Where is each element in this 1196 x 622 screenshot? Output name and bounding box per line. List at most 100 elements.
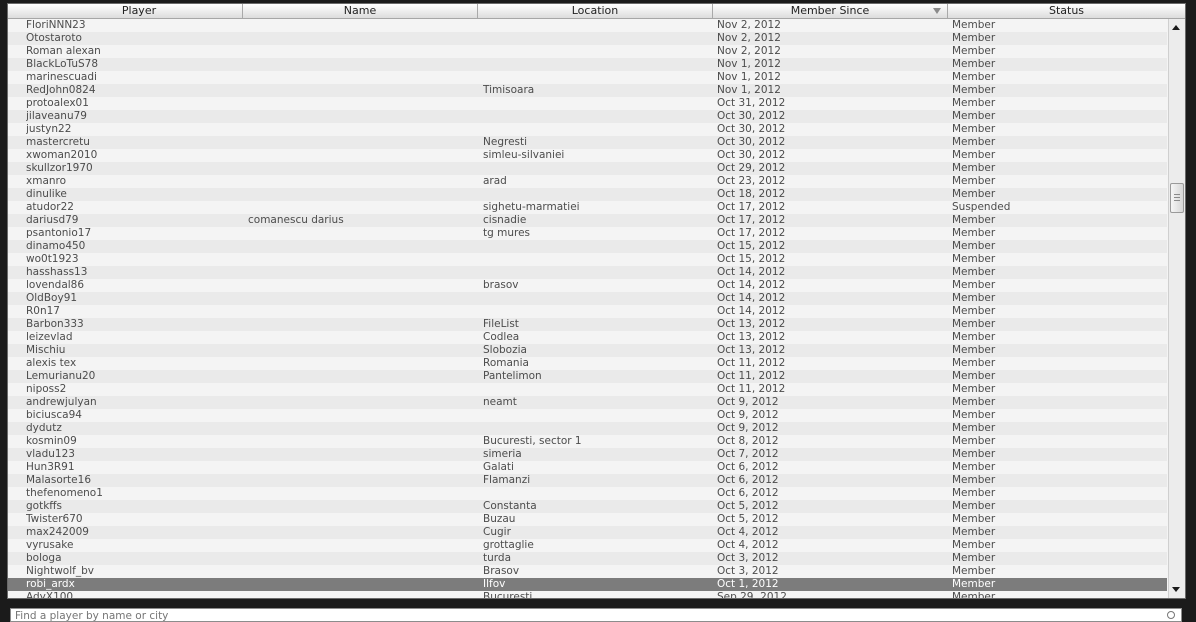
- column-header-member-since[interactable]: Member Since: [713, 4, 948, 18]
- table-row[interactable]: justyn22 Oct 30, 2012 Member: [8, 123, 1167, 136]
- cell-name: [248, 565, 476, 578]
- cell-name: [248, 19, 476, 32]
- table-row[interactable]: RedJohn0824 Timisoara Nov 1, 2012 Member: [8, 84, 1167, 97]
- table-row[interactable]: Hun3R91 Galati Oct 6, 2012 Member: [8, 461, 1167, 474]
- cell-player: gotkffs: [26, 500, 62, 512]
- cell-player: wo0t1923: [26, 253, 79, 265]
- column-header-name[interactable]: Name: [243, 4, 478, 18]
- cell-member-since: Oct 14, 2012: [717, 292, 786, 304]
- table-row[interactable]: kosmin09 Bucuresti, sector 1 Oct 8, 2012 Me…: [8, 435, 1167, 448]
- cell-name: [248, 71, 476, 84]
- cell-location: [483, 383, 711, 396]
- table-row[interactable]: andrewjulyan neamt Oct 9, 2012 Member: [8, 396, 1167, 409]
- table-row[interactable]: OldBoy91 Oct 14, 2012 Member: [8, 292, 1167, 305]
- table-row[interactable]: biciusca94 Oct 9, 2012 Member: [8, 409, 1167, 422]
- table-row[interactable]: max242009 Cugir Oct 4, 2012 Member: [8, 526, 1167, 539]
- scroll-up-arrow-icon[interactable]: [1172, 25, 1180, 30]
- table-row[interactable]: atudor22 sighetu-marmatiei Oct 17, 2012 Sus…: [8, 201, 1167, 214]
- table-row[interactable]: mastercretu Negresti Oct 30, 2012 Member: [8, 136, 1167, 149]
- table-row[interactable]: leizevlad Codlea Oct 13, 2012 Member: [8, 331, 1167, 344]
- cell-member-since: Oct 5, 2012: [717, 500, 779, 512]
- cell-member-since: Oct 29, 2012: [717, 162, 786, 174]
- cell-status: Suspended: [952, 201, 1011, 213]
- table-row[interactable]: dydutz Oct 9, 2012 Member: [8, 422, 1167, 435]
- cell-member-since: Oct 17, 2012: [717, 201, 786, 213]
- table-row[interactable]: AdyX100 Bucuresti Sep 29, 2012 Member: [8, 591, 1167, 598]
- cell-location: Constanta: [483, 500, 537, 512]
- cell-player: lovendal86: [26, 279, 85, 291]
- cell-member-since: Nov 1, 2012: [717, 84, 781, 96]
- cell-location: [483, 162, 711, 175]
- table-row[interactable]: Lemurianu20 Pantelimon Oct 11, 2012 Member: [8, 370, 1167, 383]
- table-row[interactable]: protoalex01 Oct 31, 2012 Member: [8, 97, 1167, 110]
- table-row[interactable]: BlackLoTuS78 Nov 1, 2012 Member: [8, 58, 1167, 71]
- cell-name: [248, 591, 476, 598]
- cell-location: [483, 253, 711, 266]
- table-row[interactable]: dariusd79 comanescu darius cisnadie Oct 17,…: [8, 214, 1167, 227]
- cell-name: [248, 409, 476, 422]
- cell-name: [248, 32, 476, 45]
- cell-name: [248, 370, 476, 383]
- player-search-box[interactable]: [10, 608, 1182, 622]
- table-row[interactable]: jilaveanu79 Oct 30, 2012 Member: [8, 110, 1167, 123]
- cell-member-since: Oct 14, 2012: [717, 279, 786, 291]
- table-row[interactable]: gotkffs Constanta Oct 5, 2012 Member: [8, 500, 1167, 513]
- cell-location: tg mures: [483, 227, 531, 239]
- table-row[interactable]: hasshass13 Oct 14, 2012 Member: [8, 266, 1167, 279]
- cell-status: Member: [952, 409, 996, 421]
- cell-name: [248, 487, 476, 500]
- cell-member-since: Oct 23, 2012: [717, 175, 786, 187]
- cell-status: Member: [952, 526, 996, 538]
- table-row[interactable]: Malasorte16 Flamanzi Oct 6, 2012 Member: [8, 474, 1167, 487]
- column-header-player[interactable]: Player: [36, 4, 243, 18]
- cell-location: Bucuresti, sector 1: [483, 435, 582, 447]
- cell-status: Member: [952, 357, 996, 369]
- vertical-scrollbar[interactable]: [1168, 19, 1185, 598]
- cell-location: [483, 19, 711, 32]
- table-row[interactable]: thefenomeno1 Oct 6, 2012 Member: [8, 487, 1167, 500]
- table-row[interactable]: xwoman2010 simleu-silvaniei Oct 30, 2012 Me…: [8, 149, 1167, 162]
- table-row[interactable]: niposs2 Oct 11, 2012 Member: [8, 383, 1167, 396]
- table-row[interactable]: dinulike Oct 18, 2012 Member: [8, 188, 1167, 201]
- table-row[interactable]: Roman alexan Nov 2, 2012 Member: [8, 45, 1167, 58]
- table-row[interactable]: Twister670 Buzau Oct 5, 2012 Member: [8, 513, 1167, 526]
- table-row[interactable]: psantonio17 tg mures Oct 17, 2012 Member: [8, 227, 1167, 240]
- table-row[interactable]: R0n17 Oct 14, 2012 Member: [8, 305, 1167, 318]
- table-row[interactable]: marinescuadi Nov 1, 2012 Member: [8, 71, 1167, 84]
- table-row[interactable]: wo0t1923 Oct 15, 2012 Member: [8, 253, 1167, 266]
- table-row[interactable]: vyrusake grottaglie Oct 4, 2012 Member: [8, 539, 1167, 552]
- cell-member-since: Oct 11, 2012: [717, 383, 786, 395]
- cell-member-since: Oct 13, 2012: [717, 344, 786, 356]
- table-row[interactable]: Mischiu Slobozia Oct 13, 2012 Member: [8, 344, 1167, 357]
- cell-player: Barbon333: [26, 318, 84, 330]
- cell-status: Member: [952, 123, 996, 135]
- cell-location: [483, 487, 711, 500]
- table-row[interactable]: alexis tex Romania Oct 11, 2012 Member: [8, 357, 1167, 370]
- table-row[interactable]: dinamo450 Oct 15, 2012 Member: [8, 240, 1167, 253]
- column-header-status[interactable]: Status: [948, 4, 1185, 18]
- cell-player: Otostaroto: [26, 32, 82, 44]
- table-row[interactable]: lovendal86 brasov Oct 14, 2012 Member: [8, 279, 1167, 292]
- cell-status: Member: [952, 565, 996, 577]
- cell-player: alexis tex: [26, 357, 77, 369]
- search-input[interactable]: [15, 610, 1155, 622]
- cell-location: simleu-silvaniei: [483, 149, 565, 161]
- cell-location: [483, 71, 711, 84]
- cell-member-since: Oct 30, 2012: [717, 136, 786, 148]
- table-row[interactable]: Otostaroto Nov 2, 2012 Member: [8, 32, 1167, 45]
- table-row[interactable]: xmanro arad Oct 23, 2012 Member: [8, 175, 1167, 188]
- cell-player: jilaveanu79: [26, 110, 87, 122]
- table-row[interactable]: Nightwolf_bv Brasov Oct 3, 2012 Member: [8, 565, 1167, 578]
- table-row[interactable]: robi_ardx Ilfov Oct 1, 2012 Member: [8, 578, 1167, 591]
- table-row[interactable]: skullzor1970 Oct 29, 2012 Member: [8, 162, 1167, 175]
- scrollbar-thumb[interactable]: [1170, 183, 1184, 213]
- table-row[interactable]: bologa turda Oct 3, 2012 Member: [8, 552, 1167, 565]
- column-header-location[interactable]: Location: [478, 4, 713, 18]
- cell-location: [483, 266, 711, 279]
- table-row[interactable]: FloriNNN23 Nov 2, 2012 Member: [8, 19, 1167, 32]
- table-row[interactable]: vladu123 simeria Oct 7, 2012 Member: [8, 448, 1167, 461]
- grip-line: [1174, 197, 1180, 198]
- scroll-down-arrow-icon[interactable]: [1172, 587, 1180, 592]
- table-row[interactable]: Barbon333 FileList Oct 13, 2012 Member: [8, 318, 1167, 331]
- cell-player: andrewjulyan: [26, 396, 97, 408]
